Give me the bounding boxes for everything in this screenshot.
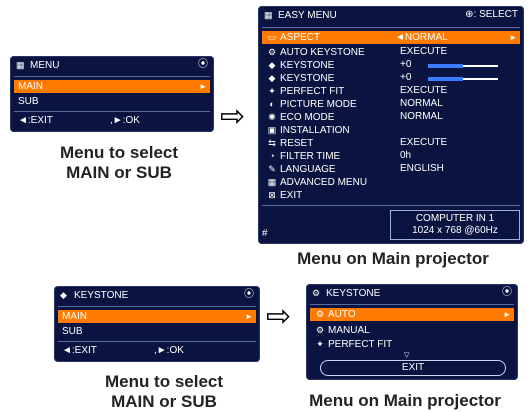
keystone-item-auto[interactable]: ⚙ AUTO ► (310, 308, 514, 321)
caption-select-main-sub: Menu to select MAIN or SUB (59, 143, 179, 182)
aspect-icon: ▭ (267, 32, 277, 42)
menu-icon: ▦ (264, 10, 273, 20)
auto-keystone-icon: ⚙ (267, 47, 277, 57)
arrow-right-icon: ► (199, 82, 207, 91)
footer-exit: ◄:EXIT (62, 345, 97, 356)
menu-item-sub-label: SUB (18, 96, 39, 107)
caption-select-main-sub-2: Menu to select MAIN or SUB (104, 372, 224, 411)
easy-item-aspect[interactable]: ▭ ASPECT ◄NORMAL ► (262, 31, 520, 44)
keystone-title: KEYSTONE (74, 290, 129, 301)
keystone-menu-title: KEYSTONE (326, 288, 381, 299)
menu-item-main-label: MAIN (18, 81, 43, 92)
menu-select-panel: ▦ MENU ⦿ MAIN ► SUB ◄:EXIT ,►:OK (10, 56, 214, 132)
aspect-value: ◄NORMAL (395, 32, 448, 43)
manual-icon: ⚙ (315, 325, 325, 335)
divider (262, 205, 520, 206)
easy-menu-title-bar: ▦ EASY MENU ⊕: SELECT (258, 6, 524, 24)
input-source: COMPUTER IN 1 (415, 213, 495, 224)
footer-ok: ,►:OK (154, 345, 184, 356)
auto-icon: ⚙ (315, 309, 325, 319)
footer-exit: ◄:EXIT (18, 115, 53, 126)
caption-main-projector-2: Menu on Main projector (309, 391, 501, 410)
filter-time-icon: ◔ (269, 151, 275, 161)
filter-time-value: 0h (400, 150, 412, 161)
divider (58, 306, 256, 307)
reset-icon: ⇆ (268, 138, 276, 148)
keystone-menu-icon: ⚙ (312, 288, 321, 298)
exit-icon: ⊠ (268, 190, 276, 200)
divider (262, 27, 520, 28)
keystone-select-panel: ◆ KEYSTONE ⦿ MAIN ► SUB ◄:EXIT ,►:OK (54, 286, 260, 362)
language-icon: ✎ (268, 164, 276, 174)
picture-mode-icon: ◐ (269, 99, 275, 109)
perfect-fit-icon: ✦ (268, 86, 276, 96)
easy-menu-panel: ▦ EASY MENU ⊕: SELECT ▭ ASPECT ◄NORMAL ► ⚙… (258, 6, 524, 244)
easy-item-installation[interactable]: ▣ INSTALLATION (266, 124, 350, 137)
perfect-fit-value: EXECUTE (400, 85, 448, 96)
easy-menu-title: EASY MENU (278, 10, 337, 21)
select-icon: ⦿ (244, 289, 254, 300)
select-icon: ⦿ (198, 59, 208, 70)
keystone-h-slider[interactable] (428, 77, 498, 81)
easy-item-picture-mode[interactable]: ◐ PICTURE MODE (266, 98, 356, 111)
easy-item-keystone-h[interactable]: ◆ KEYSTONE (266, 72, 335, 85)
keystone-item-manual[interactable]: ⚙ MANUAL (314, 324, 370, 337)
divider (14, 111, 210, 112)
divider (14, 76, 210, 77)
keystone-item-perfect-fit[interactable]: ✦ PERFECT FIT (314, 338, 392, 351)
keystone-v-slider[interactable] (428, 64, 498, 68)
easy-item-advanced-menu[interactable]: ▦ ADVANCED MENU (266, 176, 367, 189)
menu-item-sub[interactable]: SUB (18, 96, 39, 108)
keystone-menu-panel: ⚙ KEYSTONE ⦿ ⚙ AUTO ► ⚙ MANUAL ✦ PERFECT FIT… (306, 284, 518, 380)
arrow-right-icon: ► (509, 33, 517, 42)
divider (58, 341, 256, 342)
perfect-fit-icon: ✦ (316, 339, 324, 349)
keystone-item-main[interactable]: MAIN ► (58, 310, 256, 323)
keystone-v-value: +0 (400, 59, 412, 70)
input-resolution: 1024 x 768 @60Hz (412, 225, 498, 236)
arrow-right-icon: ⇨ (220, 100, 246, 133)
easy-item-eco-mode[interactable]: ✺ ECO MODE (266, 111, 334, 124)
select-hint: ⊕: SELECT (465, 9, 518, 20)
eco-mode-icon: ✺ (268, 112, 276, 122)
keystone-menu-title-bar: ⚙ KEYSTONE ⦿ (306, 284, 518, 302)
arrow-right-icon: ⇨ (266, 300, 292, 333)
easy-item-language[interactable]: ✎ LANGUAGE (266, 163, 335, 176)
keystone-item-main-label: MAIN (62, 311, 87, 322)
keystone-item-sub[interactable]: SUB (62, 326, 83, 338)
advanced-menu-icon: ▦ (267, 177, 277, 187)
easy-item-reset[interactable]: ⇆ RESET (266, 137, 313, 150)
input-source-box: COMPUTER IN 1 1024 x 768 @60Hz (390, 210, 520, 240)
arrow-right-icon: ► (503, 310, 511, 319)
exit-button[interactable]: EXIT (320, 360, 506, 376)
keystone-v-icon: ◆ (268, 60, 276, 70)
reset-value: EXECUTE (400, 137, 448, 148)
easy-item-keystone-v[interactable]: ◆ KEYSTONE (266, 59, 335, 72)
installation-icon: ▣ (267, 125, 277, 135)
keystone-icon: ◆ (60, 290, 67, 300)
menu-title-bar: ▦ MENU ⦿ (10, 56, 214, 74)
auto-keystone-value: EXECUTE (400, 46, 448, 57)
language-value: ENGLISH (400, 163, 444, 174)
divider (310, 304, 514, 305)
menu-item-main[interactable]: MAIN ► (14, 80, 210, 93)
keystone-h-icon: ◆ (268, 73, 276, 83)
keystone-h-value: +0 (400, 72, 412, 83)
easy-item-auto-keystone[interactable]: ⚙ AUTO KEYSTONE (266, 46, 365, 59)
eco-mode-value: NORMAL (400, 111, 443, 122)
easy-item-perfect-fit[interactable]: ✦ PERFECT FIT (266, 85, 344, 98)
menu-title: MENU (30, 60, 60, 71)
easy-item-filter-time[interactable]: ◔ FILTER TIME (266, 150, 340, 163)
select-icon: ⦿ (502, 287, 512, 298)
footer-ok: ,►:OK (110, 115, 140, 126)
hash-mark: # (262, 228, 268, 239)
caption-main-projector-1: Menu on Main projector (297, 249, 489, 268)
keystone-item-sub-label: SUB (62, 326, 83, 337)
arrow-right-icon: ► (245, 312, 253, 321)
easy-item-exit[interactable]: ⊠ EXIT (266, 189, 302, 202)
keystone-title-bar: ◆ KEYSTONE ⦿ (54, 286, 260, 304)
menu-icon: ▦ (16, 60, 25, 70)
picture-mode-value: NORMAL (400, 98, 443, 109)
